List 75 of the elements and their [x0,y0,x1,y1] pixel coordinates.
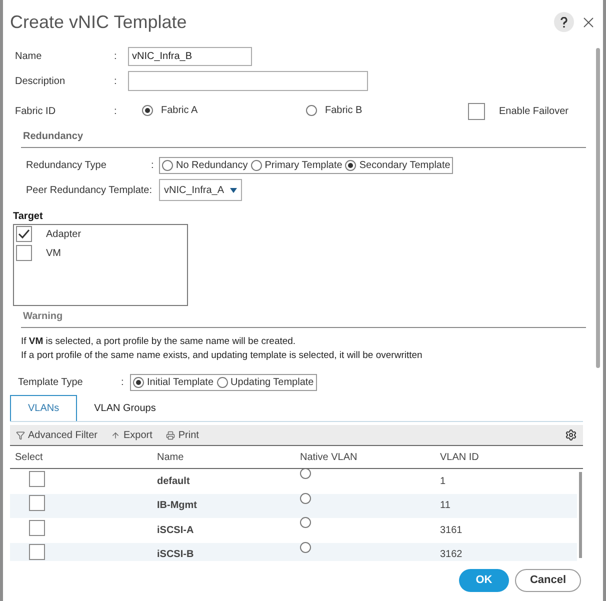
tab[interactable]: VLANs [10,395,78,421]
colon: : [114,104,118,118]
radio-button[interactable] [300,469,311,480]
column-header: Select [14,450,44,464]
settings-icon[interactable] [565,429,577,441]
section-label: Target [13,210,43,224]
checkbox-label: Enable Failover [499,104,568,118]
table-cell-text: iSCSI-B [157,548,195,561]
checkbox[interactable] [16,226,32,242]
filter-icon [16,430,25,440]
table-cell-text: iSCSI-A [157,524,195,538]
table-cell-text: 1 [440,474,447,489]
radio-button[interactable] [306,104,317,116]
field-label: Description [14,74,66,88]
radio-label: Secondary Template [359,158,450,172]
section-heading: Redundancy [23,130,84,144]
checkbox[interactable] [29,520,45,536]
print-icon [166,430,176,440]
checkbox[interactable] [29,470,45,487]
peer-template-dropdown[interactable]: vNIC_Infra_A [159,179,242,201]
warning-text: If a port profile of the same name exists, and updating template is selected, it will be overwritten [21,349,424,362]
window-title: Create vNIC Template [10,10,187,34]
radio-button[interactable] [250,160,262,170]
checkbox-label: Adapter [46,228,82,242]
cancel-button[interactable]: Cancel [515,569,581,592]
toolbar-button[interactable]: Export [111,428,152,442]
table-cell-text: IB-Mgmt [157,499,198,514]
field-label: Template Type [17,376,84,390]
colon: : [114,50,118,64]
caret-icon [230,188,238,192]
toolbar-button[interactable]: Print [166,428,199,442]
radio-button[interactable] [300,517,311,528]
radio-button[interactable] [142,104,153,116]
radio-label: No Redundancy [176,158,248,172]
checkmark-icon [18,229,30,239]
scrollbar-thumb[interactable] [596,48,600,368]
radio-label: Initial Template [147,376,214,390]
field-label: Name [14,50,43,64]
radio-button[interactable] [345,160,356,170]
column-header: Name [157,450,185,464]
field-label: Fabric ID [14,104,57,118]
radio-label: Primary Template [264,158,342,172]
table-cell-text: 3162 [440,548,464,561]
radio-label: Updating Template [230,376,314,390]
checkbox[interactable] [468,102,485,120]
radio-button[interactable] [162,160,173,170]
radio-label: Fabric B [325,104,362,118]
export-icon [111,430,120,440]
column-header: Native VLAN [300,450,358,464]
description-input[interactable] [128,71,368,91]
field-label: Redundancy Type [26,158,108,172]
colon: : [151,158,155,172]
table-row[interactable]: iSCSI-B 3162 [10,542,577,561]
checkbox[interactable] [29,544,45,560]
field-label: Peer Redundancy Template: [26,184,154,198]
table-cell-text: 3161 [440,524,464,538]
colon: : [114,74,118,88]
warning-text: If VM is selected, a port profile by the same name will be created. [21,335,297,348]
toolbar-button[interactable]: Advanced Filter [16,428,98,442]
help-icon[interactable] [554,12,574,32]
tab[interactable]: VLAN Groups [77,395,173,421]
radio-button[interactable] [133,376,144,388]
table-cell-text: 11 [440,499,452,514]
checkbox-label: VM [46,246,61,260]
section-heading: Warning [23,310,63,324]
radio-button[interactable] [216,376,228,388]
name-input[interactable]: vNIC_Infra_B [128,46,252,66]
colon: : [121,376,125,390]
radio-label: Fabric A [161,104,198,118]
checkbox[interactable] [29,495,45,512]
scrollbar-thumb[interactable] [579,472,582,558]
column-header: VLAN ID [440,450,480,464]
checkbox[interactable] [16,245,32,261]
table-cell-text: default [157,474,191,489]
table-row[interactable]: IB-Mgmt 11 [10,494,577,518]
